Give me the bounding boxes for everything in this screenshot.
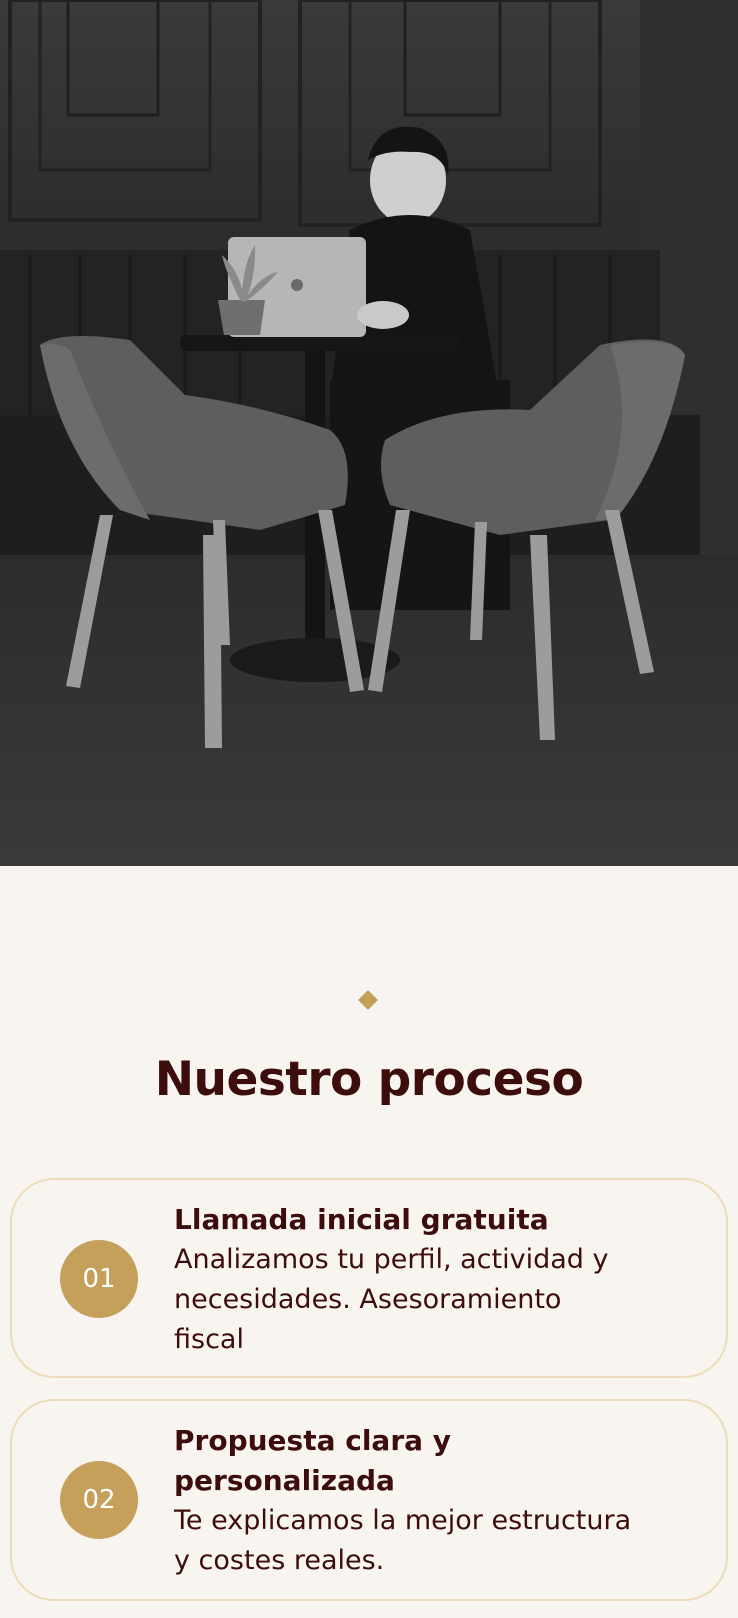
section-title: Nuestro proceso [154, 1052, 584, 1107]
process-section: Nuestro proceso 01 Llamada inicial gratu… [0, 866, 738, 1618]
step-text: Propuesta clara y personalizada Te expli… [174, 1421, 694, 1581]
step-text: Llamada inicial gratuita Analizamos tu p… [174, 1200, 694, 1360]
hero-photo [0, 0, 738, 866]
hero-image [0, 0, 738, 866]
step-title: Llamada inicial gratuita [174, 1203, 549, 1236]
process-step-card: 02 Propuesta clara y personalizada Te ex… [10, 1399, 728, 1601]
process-step-card: 01 Llamada inicial gratuita Analizamos t… [10, 1178, 728, 1378]
step-number-badge: 02 [60, 1461, 138, 1539]
step-description-line: fiscal [174, 1324, 244, 1355]
diamond-icon [358, 990, 378, 1010]
step-title-line: personalizada [174, 1464, 395, 1497]
step-number-badge: 01 [60, 1240, 138, 1318]
step-description-line: y costes reales. [174, 1545, 385, 1576]
step-description-line: Te explicamos la mejor estructura [174, 1505, 632, 1536]
step-description-line: necesidades. Asesoramiento [174, 1284, 562, 1315]
step-title-line: Propuesta clara y [174, 1424, 452, 1457]
step-description-line: Analizamos tu perfil, actividad y [174, 1244, 609, 1275]
